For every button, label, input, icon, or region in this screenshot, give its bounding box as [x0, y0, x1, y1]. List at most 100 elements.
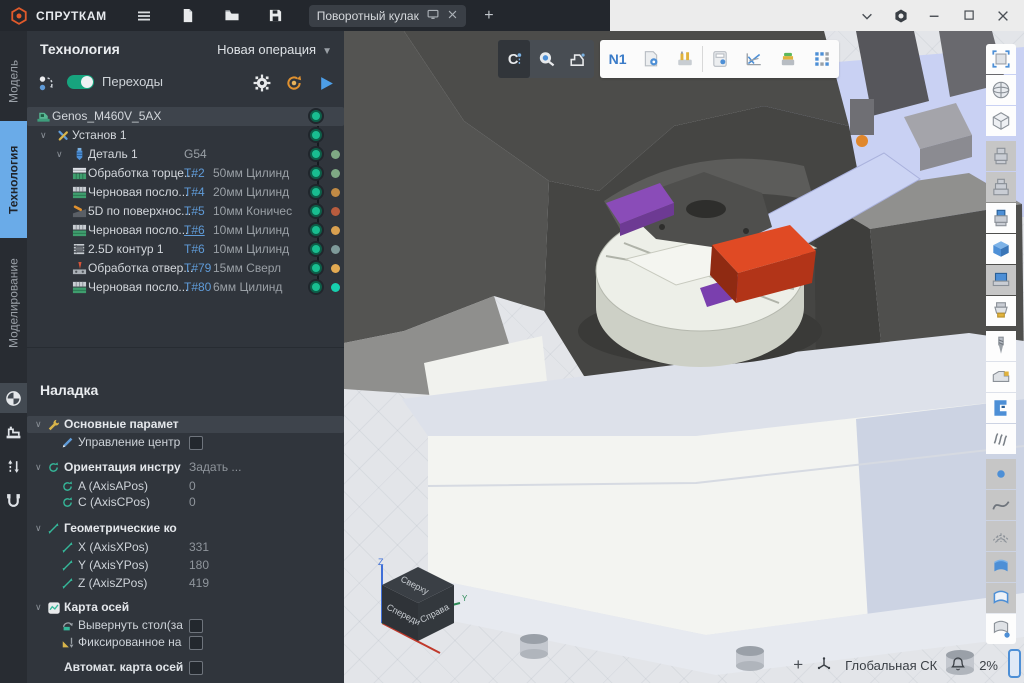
surface-fill-icon[interactable]: [986, 552, 1016, 582]
setup-row[interactable]: ∨Геометрические ко: [27, 520, 344, 537]
view-sphere-icon[interactable]: [986, 75, 1016, 105]
machine-c-icon[interactable]: [986, 393, 1016, 423]
workpiece-c-icon[interactable]: [986, 203, 1016, 233]
setup-row[interactable]: Z (AxisZPos)419: [27, 575, 344, 592]
csys-triad-icon[interactable]: [816, 656, 832, 675]
mesh-icon[interactable]: [986, 521, 1016, 551]
checkbox[interactable]: [189, 436, 203, 450]
tree-row[interactable]: Черновая посло...T#806мм Цилинд: [27, 278, 344, 297]
play-button[interactable]: [315, 72, 337, 94]
tree-row[interactable]: ∨Деталь 1G54: [27, 145, 344, 164]
tree-row[interactable]: Черновая посло...T#610мм Цилинд: [27, 221, 344, 240]
setup-row[interactable]: A (AxisAPos)0: [27, 478, 344, 495]
transitions-icon[interactable]: [36, 72, 58, 94]
tree-row[interactable]: ∨Установ 1: [27, 126, 344, 145]
datum-icon[interactable]: [0, 383, 27, 413]
tree-row[interactable]: Черновая посло...T#420мм Цилинд: [27, 183, 344, 202]
timeline-node[interactable]: [310, 243, 322, 255]
tree-row[interactable]: Обработка торце...T#250мм Цилинд: [27, 164, 344, 183]
checkbox[interactable]: [189, 636, 203, 650]
zoom-slider[interactable]: [1008, 649, 1021, 678]
setup-value[interactable]: 180: [189, 558, 209, 572]
tree-row[interactable]: Genos_M460V_5AX: [27, 107, 344, 126]
checkbox[interactable]: [189, 661, 203, 675]
tab-моделирование[interactable]: Моделирование: [0, 244, 27, 362]
gear-icon[interactable]: [251, 72, 273, 94]
drill-icon[interactable]: [986, 331, 1016, 361]
toolholder-icon[interactable]: [986, 296, 1016, 326]
machine-top-icon[interactable]: [562, 40, 594, 78]
part-table-icon[interactable]: [986, 265, 1016, 295]
tree-row[interactable]: 2.5D контур 1T#610мм Цилинд: [27, 240, 344, 259]
view-box-icon[interactable]: [986, 106, 1016, 136]
doc-gear-icon[interactable]: [634, 40, 668, 78]
setup-value[interactable]: 0: [189, 495, 196, 509]
minimize-button[interactable]: [918, 2, 952, 30]
chevron-down-icon[interactable]: ∨: [35, 523, 42, 534]
n1-icon[interactable]: N1: [600, 40, 634, 78]
timeline-node[interactable]: [310, 262, 322, 274]
setup-row[interactable]: Управление центр: [27, 434, 344, 451]
timeline-node[interactable]: [310, 224, 322, 236]
timeline-node[interactable]: [310, 148, 322, 160]
chevron-down-icon[interactable]: ∨: [35, 419, 42, 430]
file-new-icon[interactable]: [173, 4, 203, 28]
close-x-icon[interactable]: [447, 9, 458, 23]
chevron-down-icon[interactable]: ∨: [56, 149, 63, 160]
tool-number[interactable]: T#6: [184, 223, 205, 237]
hamburger-icon[interactable]: [129, 4, 159, 28]
close-button[interactable]: [986, 2, 1020, 30]
checkbox[interactable]: [189, 619, 203, 633]
tab-технология[interactable]: Технология: [0, 121, 27, 238]
setup-row[interactable]: Фиксированное на: [27, 634, 344, 651]
setup-row[interactable]: X (AxisXPos)331: [27, 539, 344, 556]
folder-open-icon[interactable]: [217, 4, 247, 28]
fixture-icon[interactable]: [986, 362, 1016, 392]
setup-value[interactable]: 0: [189, 479, 196, 493]
setup-row[interactable]: ∨Карта осей: [27, 599, 344, 616]
cs-selector[interactable]: Глобальная СК: [845, 658, 937, 673]
part-box-icon[interactable]: [986, 234, 1016, 264]
setup-value[interactable]: 331: [189, 540, 209, 554]
add-cs-button[interactable]: +: [793, 655, 803, 675]
curve-icon[interactable]: [986, 490, 1016, 520]
calc-icon[interactable]: [703, 40, 737, 78]
maximize-button[interactable]: [952, 2, 986, 30]
chevron-down-icon[interactable]: ∨: [35, 462, 42, 473]
timeline-node[interactable]: [310, 186, 322, 198]
toolpath-icon[interactable]: [986, 424, 1016, 454]
3d-viewport[interactable]: C N1 Z Сверху Спереди Справа Y + Глобаль…: [344, 31, 1024, 683]
document-tab[interactable]: Поворотный кулак: [309, 5, 466, 27]
sort-arrows-icon[interactable]: [0, 451, 27, 481]
chevron-down-button[interactable]: [850, 2, 884, 30]
part-sim-icon[interactable]: [771, 40, 805, 78]
tree-row[interactable]: 5D по поверхнос...T#510мм Коничес: [27, 202, 344, 221]
chevron-down-icon[interactable]: ∨: [40, 130, 47, 141]
transitions-toggle[interactable]: [67, 75, 94, 89]
surface-outline-icon[interactable]: [986, 583, 1016, 613]
notifications-bell-icon[interactable]: [950, 656, 966, 675]
workpiece-a-icon[interactable]: [986, 141, 1016, 171]
chevron-down-icon[interactable]: ∨: [35, 602, 42, 613]
machine-strip-icon[interactable]: [0, 417, 27, 447]
timeline-node[interactable]: [310, 129, 322, 141]
timeline-node[interactable]: [310, 167, 322, 179]
tree-row[interactable]: Обработка отвер...T#7915мм Сверл: [27, 259, 344, 278]
setup-row[interactable]: ∨Основные парамет: [27, 416, 344, 433]
grid-cells-icon[interactable]: [805, 40, 839, 78]
setup-value[interactable]: 419: [189, 576, 209, 590]
settings-nut-button[interactable]: [884, 2, 918, 30]
save-icon[interactable]: [261, 4, 291, 28]
setup-row[interactable]: ∨Ориентация инструЗадать ...: [27, 459, 344, 476]
timeline-node[interactable]: [310, 110, 322, 122]
setup-row[interactable]: C (AxisCPos)0: [27, 494, 344, 511]
new-operation-dropdown[interactable]: Новая операция▼: [217, 42, 332, 57]
setup-row[interactable]: Y (AxisYPos)180: [27, 557, 344, 574]
c-axis-icon[interactable]: C: [498, 40, 530, 78]
view-cube[interactable]: Z Сверху Спереди Справа Y: [356, 557, 474, 657]
stats-icon[interactable]: [737, 40, 771, 78]
select-frame-icon[interactable]: [986, 44, 1016, 74]
recalc-icon[interactable]: [283, 72, 305, 94]
surface-dot-icon[interactable]: [986, 614, 1016, 644]
setup-row[interactable]: Автомат. карта осей: [27, 659, 344, 676]
